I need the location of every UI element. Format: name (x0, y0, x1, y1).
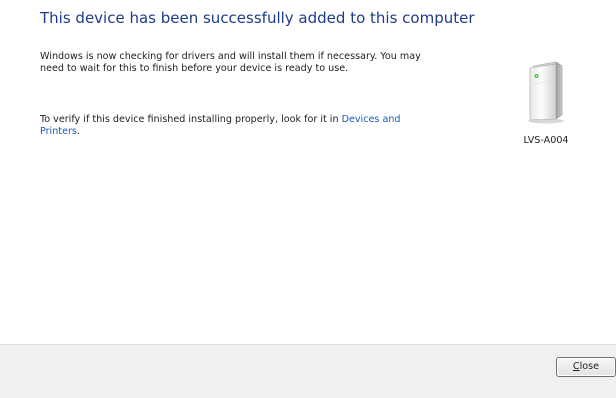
driver-install-message: Windows is now checking for drivers and … (40, 51, 421, 74)
add-device-dialog: This device has been successfully added … (0, 0, 616, 398)
dialog-footer: Close (0, 344, 616, 398)
close-button-accelerator: C (572, 361, 580, 372)
verify-install-text: To verify if this device finished instal… (40, 114, 342, 125)
verify-install-period: . (76, 126, 80, 137)
device-name-label: LVS-A004 (523, 135, 569, 146)
dialog-heading: This device has been successfully added … (40, 9, 475, 27)
close-button-label: lose (579, 361, 600, 372)
close-button[interactable]: Close (556, 357, 616, 377)
added-device: LVS-A004 (510, 60, 582, 146)
verify-install-message: To verify if this device finished instal… (40, 114, 430, 138)
external-storage-device-icon (528, 61, 564, 124)
